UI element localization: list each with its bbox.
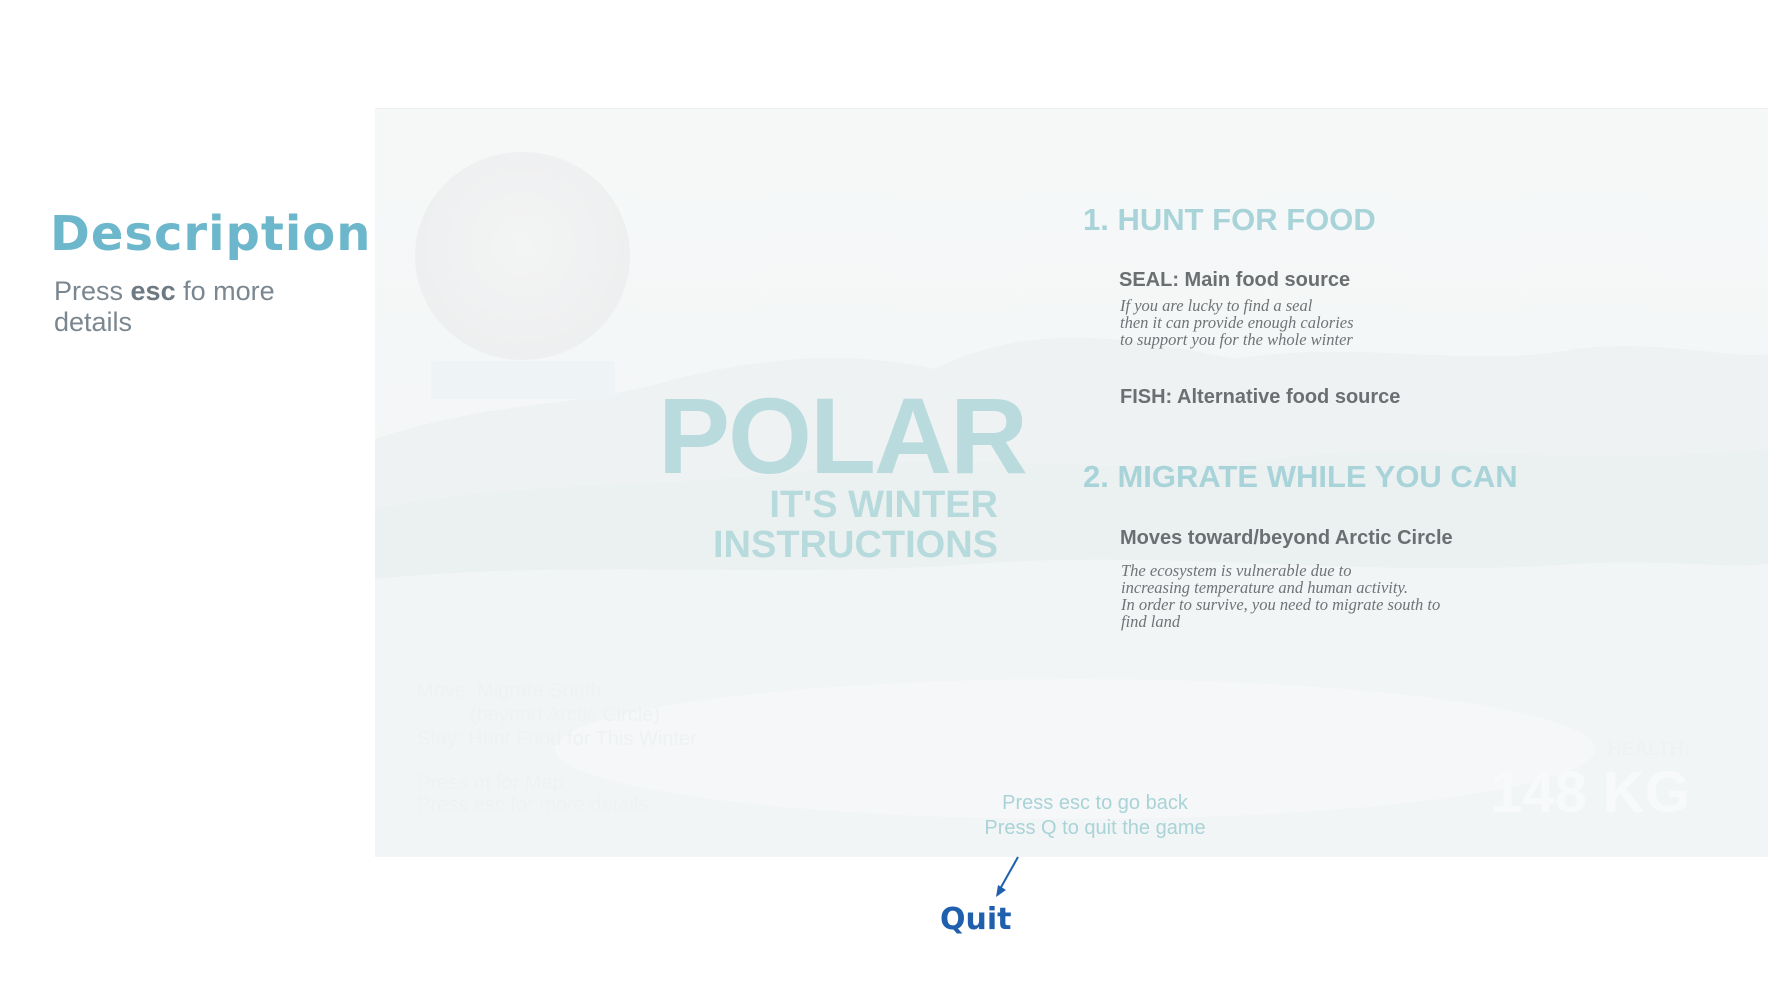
hud-move-hint: Move: Migrate South [417, 680, 602, 702]
migrate-desc-line: In order to survive, you need to migrate… [1121, 595, 1441, 614]
migrate-desc-line: The ecosystem is vulnerable due to [1121, 561, 1352, 580]
seal-desc-line: to support you for the whole winter [1120, 330, 1353, 349]
migrate-desc-line: find land [1121, 612, 1181, 631]
quit-annotation-label: Quit [940, 902, 1012, 937]
hud-move-sub-hint: (beyond Arctic Circle) [470, 704, 661, 726]
description-text-prefix: Press [54, 276, 131, 306]
health-label: HEALTH: [1608, 739, 1690, 760]
esc-key-label: esc [130, 276, 176, 306]
description-title: Description [50, 206, 372, 262]
section-migrate-heading: 2. MIGRATE WHILE YOU CAN [1083, 459, 1518, 494]
section-hunt-heading: 1. HUNT FOR FOOD [1083, 202, 1376, 237]
description-text: Press esc fo more details [54, 276, 344, 338]
fish-item-title: FISH: Alternative food source [1120, 386, 1401, 408]
subtitle-line-1: IT'S WINTER [769, 484, 998, 526]
seal-desc-line: then it can provide enough calories [1120, 313, 1354, 332]
sun-icon [415, 152, 630, 360]
migrate-item-desc: The ecosystem is vulnerable due to incre… [1121, 562, 1440, 630]
seal-item-title: SEAL: Main food source [1119, 269, 1351, 291]
subtitle-line-2: INSTRUCTIONS [713, 524, 998, 566]
migrate-item-title: Moves toward/beyond Arctic Circle [1120, 527, 1453, 549]
hud-map-hint: Press m for Map [417, 772, 564, 794]
exit-hints: Press esc to go back Press Q to quit the… [920, 791, 1270, 841]
hud-stay-hint: Stay: Hunt Food for This Winter [417, 728, 697, 750]
health-value: 148 KG [1490, 760, 1690, 825]
arrow-icon [996, 856, 1019, 897]
esc-back-hint: Press esc to go back [1002, 792, 1188, 814]
hud-details-hint: Press esc for more details [417, 794, 649, 816]
seal-item-desc: If you are lucky to find a seal then it … [1120, 297, 1354, 348]
migrate-desc-line: increasing temperature and human activit… [1121, 578, 1409, 597]
seal-desc-line: If you are lucky to find a seal [1120, 296, 1313, 315]
day-indicator [431, 361, 615, 399]
game-subtitle: IT'S WINTER INSTRUCTIONS [658, 485, 998, 565]
game-screenshot: POLAR IT'S WINTER INSTRUCTIONS 1. HUNT F… [375, 108, 1768, 857]
game-title: POLAR [658, 375, 1028, 496]
quit-game-hint: Press Q to quit the game [984, 817, 1206, 839]
